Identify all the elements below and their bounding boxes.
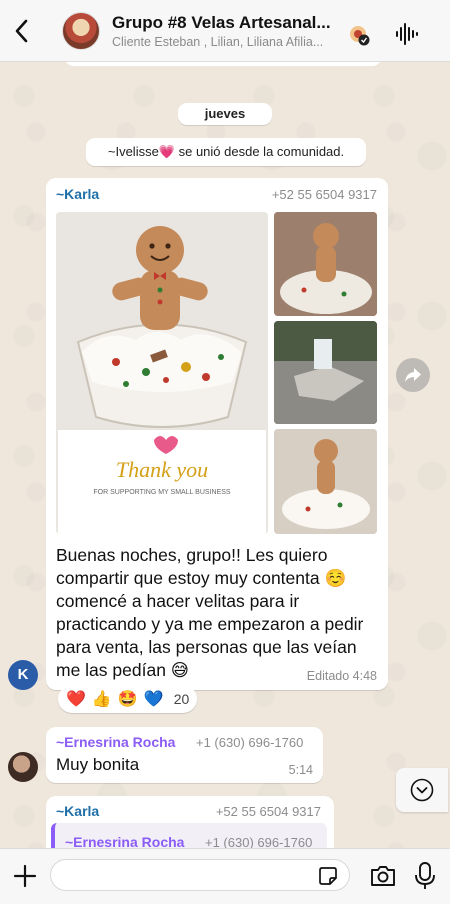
card-title: Thank you [116, 457, 208, 482]
camera-icon[interactable] [369, 863, 397, 889]
gingerbread-candle-image: Thank you FOR SUPPORTING MY SMALL BUSINE… [56, 212, 268, 534]
sender-phone: +1 (630) 696-1760 [196, 735, 304, 750]
reaction-star-eyes: 🤩 [117, 691, 138, 708]
share-icon [405, 368, 421, 382]
avatar[interactable]: K [8, 660, 38, 690]
group-members: Cliente Esteban , Lilian, Liliana Afilia… [112, 34, 324, 49]
sticker-icon[interactable] [317, 865, 339, 887]
microphone-icon[interactable] [414, 861, 436, 891]
group-title: Grupo #8 Velas Artesanal... [112, 12, 331, 32]
system-message: ~Ivelisse💗 se unió desde la comunidad. [86, 138, 366, 166]
reaction-count: 20 [173, 691, 190, 707]
reaction-heart: ❤️ [66, 691, 86, 708]
sender-phone: +52 55 6504 9317 [271, 187, 377, 202]
sender-phone: +52 55 6504 9317 [215, 804, 321, 819]
photo-main[interactable]: Thank you FOR SUPPORTING MY SMALL BUSINE… [56, 212, 268, 534]
photo-thumb-1[interactable] [274, 212, 377, 316]
group-avatar[interactable] [62, 11, 100, 50]
scroll-down-button[interactable] [396, 768, 448, 812]
reactions-bar[interactable]: ❤️ 👍 🤩 💙 20 [58, 685, 198, 713]
avatar[interactable] [8, 752, 38, 782]
message-time: Editado 4:48 [306, 669, 377, 683]
photo-thumb-3[interactable] [274, 429, 377, 534]
waveform-icon[interactable] [394, 22, 418, 46]
chevron-down-circle-icon [410, 778, 434, 802]
chevron-left-icon [15, 19, 28, 42]
composer-bar [0, 848, 450, 904]
message-bubble[interactable]: ~Karla +52 55 6504 9317 Thank you FOR SU… [46, 178, 388, 690]
plus-icon[interactable] [12, 863, 38, 889]
message-text: Buenas noches, grupo!! Les quiero compar… [56, 545, 364, 680]
chat-header: Grupo #8 Velas Artesanal... Cliente Este… [0, 0, 450, 62]
message-bubble[interactable]: ~Ernesrina Rocha +1 (630) 696-1760 Muy b… [46, 727, 323, 783]
sender-name[interactable]: ~Karla [56, 186, 99, 202]
card-subtitle: FOR SUPPORTING MY SMALL BUSINESS [93, 489, 231, 496]
candle-plate-thumb [274, 321, 377, 424]
date-separator: jueves [178, 103, 272, 125]
message-time: 5:14 [288, 763, 313, 777]
reaction-blue-heart: 💙 [143, 691, 164, 708]
reaction-thumbs-up: 👍 [91, 691, 112, 708]
gingerbread-candle-thumb [274, 429, 377, 534]
community-badge-icon[interactable] [348, 24, 370, 46]
sender-name[interactable]: ~Karla [56, 803, 99, 819]
message-text: Muy bonita [56, 755, 140, 774]
photo-thumb-2[interactable] [274, 321, 377, 424]
forward-button[interactable] [396, 358, 430, 392]
gingerbread-candle-thumb [274, 212, 377, 316]
group-info[interactable]: Grupo #8 Velas Artesanal... Cliente Este… [112, 13, 334, 49]
sender-name[interactable]: ~Ernesrina Rocha [56, 734, 175, 750]
back-button[interactable] [2, 0, 40, 62]
message-input[interactable] [50, 859, 350, 891]
